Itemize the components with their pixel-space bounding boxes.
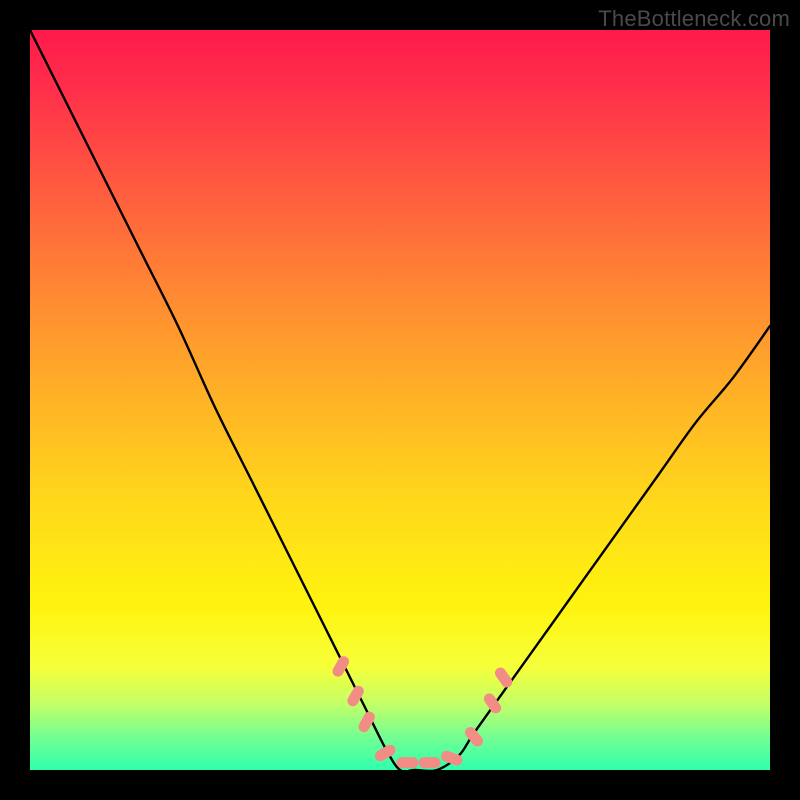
curve-markers (331, 654, 515, 768)
curve-marker (356, 710, 377, 735)
curve-marker (419, 757, 441, 768)
bottleneck-curve-path (30, 30, 770, 770)
curve-marker (493, 665, 515, 689)
curve-svg (30, 30, 770, 770)
chart-frame: TheBottleneck.com (0, 0, 800, 800)
plot-area (30, 30, 770, 770)
curve-marker (440, 749, 464, 767)
curve-marker (396, 757, 418, 768)
attribution-label: TheBottleneck.com (598, 6, 790, 32)
